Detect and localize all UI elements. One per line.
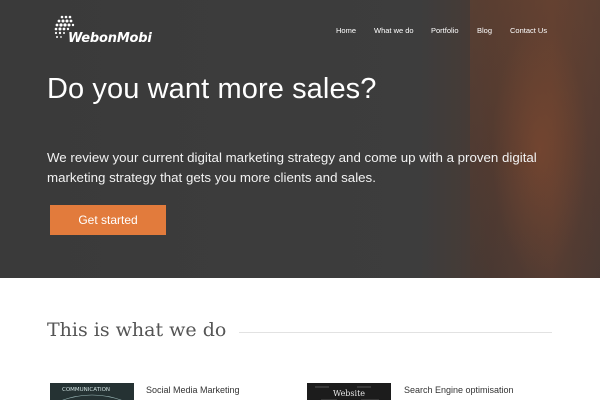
main-nav: Home What we do Portfolio Blog Contact U…	[0, 25, 600, 39]
nav-item-portfolio[interactable]: Portfolio	[431, 25, 459, 37]
hero-description: We review your current digital marketing…	[47, 150, 537, 185]
hero-background-image	[470, 0, 600, 278]
nav-item-home[interactable]: Home	[336, 25, 356, 37]
chalkboard-image-icon: COMMUNICATION	[50, 383, 134, 400]
hero-section: WebonMobi Home What we do Portfolio Blog…	[0, 0, 600, 278]
section-divider	[239, 332, 552, 333]
nav-item-blog[interactable]: Blog	[477, 25, 492, 37]
services-section-title: This is what we do	[47, 319, 227, 341]
thumbnail-caption: Website	[333, 389, 365, 398]
hero-title: Do you want more sales?	[47, 73, 377, 105]
thumbnail-caption: COMMUNICATION	[62, 387, 110, 393]
seo-thumbnail[interactable]: Website	[307, 383, 391, 400]
service-label[interactable]: Search Engine optimisation	[404, 385, 514, 395]
service-label[interactable]: Social Media Marketing	[146, 385, 240, 395]
nav-item-what-we-do[interactable]: What we do	[374, 25, 414, 37]
get-started-button[interactable]: Get started	[50, 205, 166, 235]
social-media-thumbnail[interactable]: COMMUNICATION	[50, 383, 134, 400]
nav-item-contact-us[interactable]: Contact Us	[510, 25, 547, 37]
chalkboard-image-icon: Website	[307, 383, 391, 400]
